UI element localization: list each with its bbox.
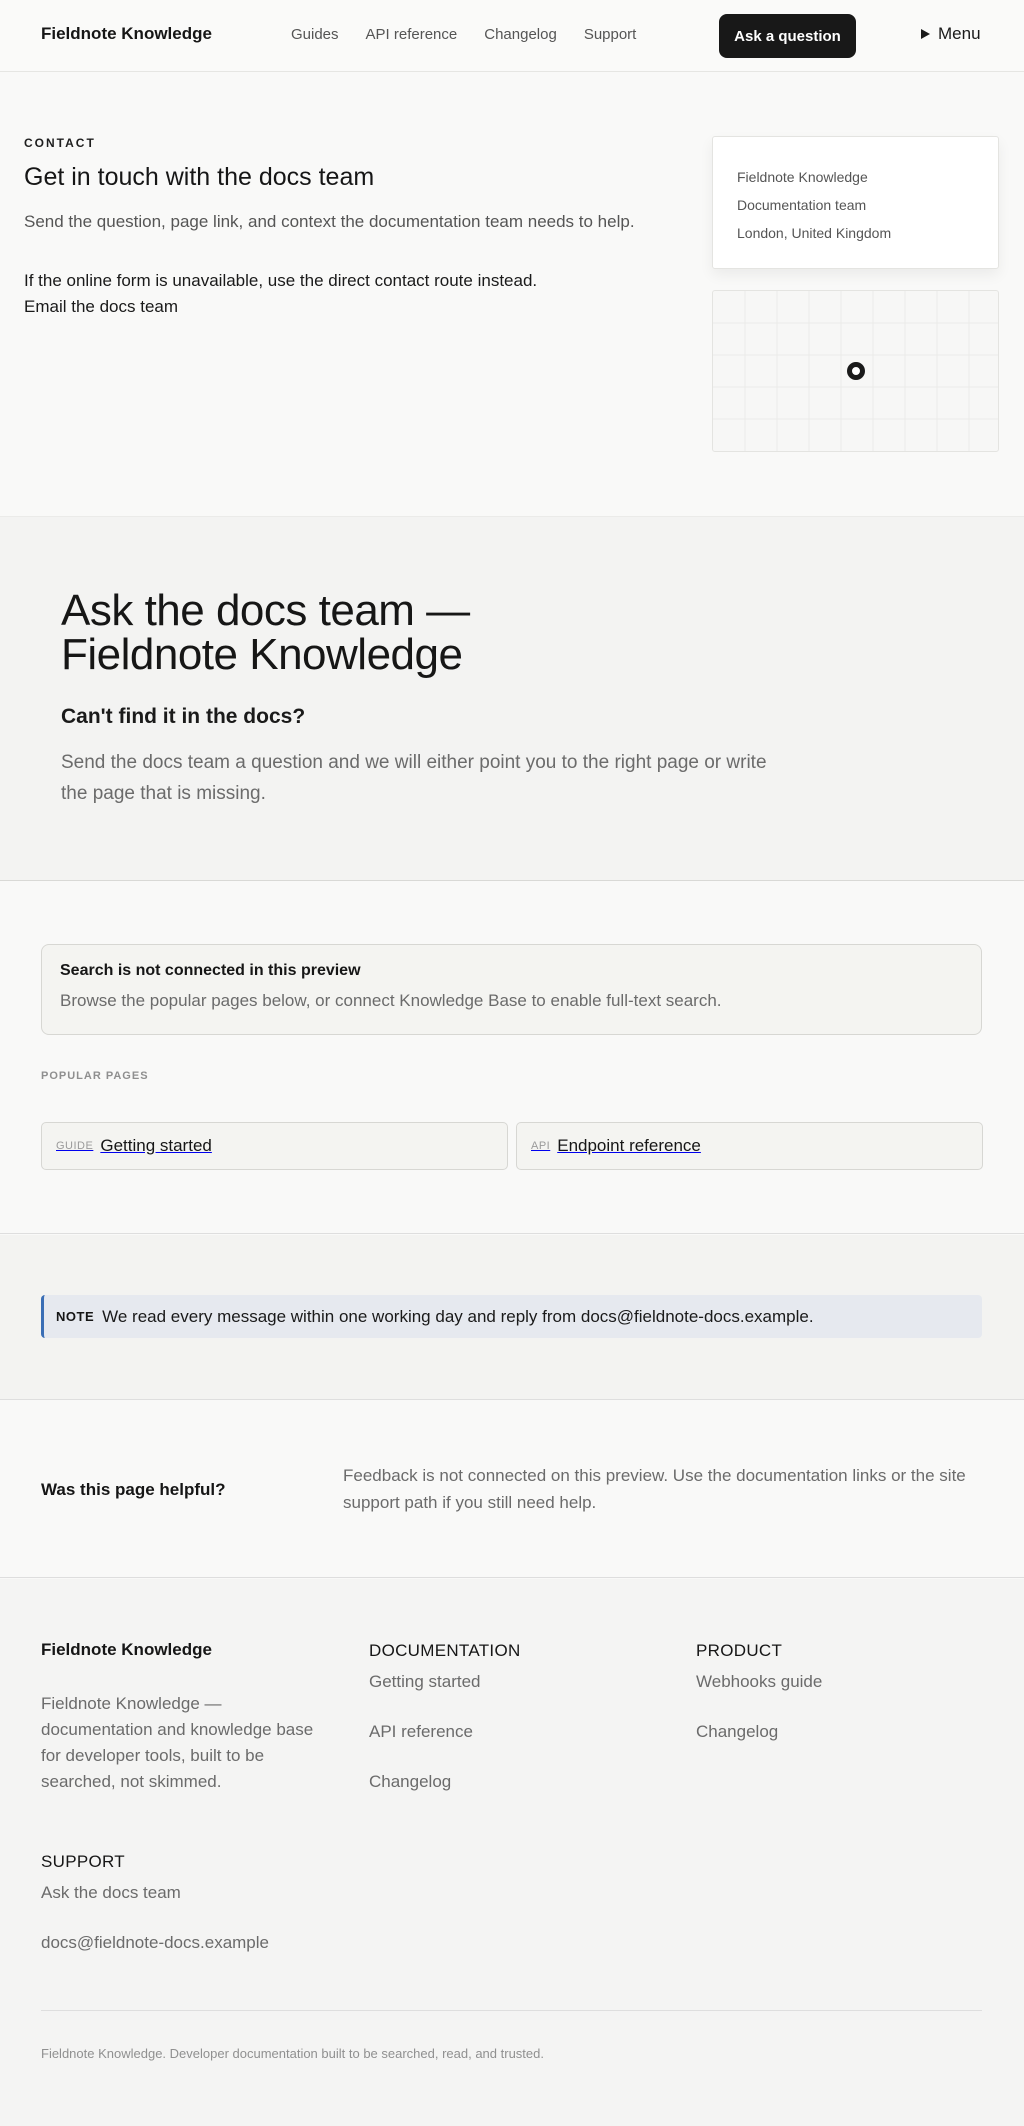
footer-link-support-email[interactable]: docs@fieldnote-docs.example	[41, 1933, 269, 1953]
nav-guides[interactable]: Guides	[291, 26, 339, 43]
triangle-right-icon	[921, 29, 930, 39]
search-notice-title: Search is not connected in this preview	[60, 962, 361, 979]
page-type-tag: API	[531, 1140, 551, 1152]
site-header: Fieldnote Knowledge Guides API reference…	[0, 0, 1024, 72]
footer-link-webhooks-guide[interactable]: Webhooks guide	[696, 1672, 822, 1692]
footer-heading-documentation: DOCUMENTATION	[369, 1641, 521, 1660]
note-section: NOTE We read every message within one wo…	[0, 1235, 1024, 1400]
search-notice: Search is not connected in this preview …	[41, 944, 982, 1035]
footer-link-product-changelog[interactable]: Changelog	[696, 1722, 822, 1742]
popular-page-getting-started[interactable]: GUIDE Getting started	[41, 1122, 508, 1170]
nav-api-reference[interactable]: API reference	[366, 26, 458, 43]
note-callout: NOTE We read every message within one wo…	[41, 1295, 982, 1338]
feedback-question: Was this page helpful?	[41, 1480, 226, 1499]
search-notice-body: Browse the popular pages below, or conne…	[60, 991, 722, 1010]
footer-heading-product: PRODUCT	[696, 1641, 783, 1660]
contact-title: Get in touch with the docs team	[24, 163, 375, 191]
feedback-section: Was this page helpful? Feedback is not c…	[0, 1401, 1024, 1578]
menu-label: Menu	[938, 24, 981, 43]
address-line-city: London, United Kingdom	[737, 225, 892, 241]
footer-col-product: PRODUCT Webhooks guide Changelog	[696, 1641, 822, 1742]
email-docs-team-link[interactable]: Email the docs team	[24, 297, 178, 317]
page-name: Endpoint reference	[557, 1136, 701, 1155]
contact-eyebrow: CONTACT	[24, 136, 96, 150]
ask-question-button[interactable]: Ask a question	[719, 14, 856, 58]
footer-col-support: SUPPORT Ask the docs team docs@fieldnote…	[41, 1852, 269, 1953]
popular-page-endpoint-reference[interactable]: API Endpoint reference	[516, 1122, 983, 1170]
footer-link-changelog[interactable]: Changelog	[369, 1772, 521, 1792]
hero-body: Send the docs team a question and we wil…	[61, 752, 767, 804]
footer-description: Fieldnote Knowledge — documentation and …	[41, 1694, 314, 1791]
contact-fallback-text: If the online form is unavailable, use t…	[24, 271, 538, 290]
footer-col-documentation: DOCUMENTATION Getting started API refere…	[369, 1641, 521, 1792]
address-card: Fieldnote Knowledge Documentation team L…	[712, 136, 999, 269]
hero-title-line-1: Ask the docs team —	[61, 586, 470, 635]
footer-heading-support: SUPPORT	[41, 1852, 125, 1871]
footer-brand: Fieldnote Knowledge	[41, 1640, 212, 1659]
menu-toggle[interactable]: Menu	[921, 24, 981, 44]
contact-subtitle: Send the question, page link, and contex…	[24, 212, 635, 231]
main-nav: Guides API reference Changelog Support	[291, 26, 636, 43]
footer-copyright: Fieldnote Knowledge. Developer documenta…	[41, 2046, 544, 2061]
feedback-text: Feedback is not connected on this previe…	[343, 1466, 966, 1512]
page-name: Getting started	[100, 1136, 212, 1155]
note-label: NOTE	[56, 1309, 95, 1324]
hero-title: Ask the docs team — Fieldnote Knowledge	[61, 589, 581, 677]
address-line-team: Documentation team	[737, 197, 867, 213]
nav-changelog[interactable]: Changelog	[484, 26, 557, 43]
popular-pages-label: POPULAR PAGES	[41, 1070, 149, 1082]
address-line-org: Fieldnote Knowledge	[737, 169, 868, 185]
note-text: We read every message within one working…	[102, 1306, 814, 1326]
hero-heading: Can't find it in the docs?	[61, 705, 306, 728]
site-footer: Fieldnote Knowledge Fieldnote Knowledge …	[0, 1579, 1024, 2126]
hero-title-line-2: Fieldnote Knowledge	[61, 630, 463, 679]
page-type-tag: GUIDE	[56, 1140, 94, 1152]
footer-divider	[41, 2010, 982, 2011]
footer-link-ask-docs-team[interactable]: Ask the docs team	[41, 1883, 269, 1903]
nav-support[interactable]: Support	[584, 26, 637, 43]
footer-link-api-reference[interactable]: API reference	[369, 1722, 521, 1742]
map-pin-icon	[847, 362, 865, 380]
search-section: Search is not connected in this preview …	[0, 882, 1024, 1234]
footer-link-getting-started[interactable]: Getting started	[369, 1672, 521, 1692]
hero-section: Ask the docs team — Fieldnote Knowledge …	[0, 516, 1024, 881]
location-map[interactable]	[712, 290, 999, 452]
brand-logo[interactable]: Fieldnote Knowledge	[41, 24, 212, 44]
contact-section: CONTACT Get in touch with the docs team …	[0, 73, 1024, 516]
